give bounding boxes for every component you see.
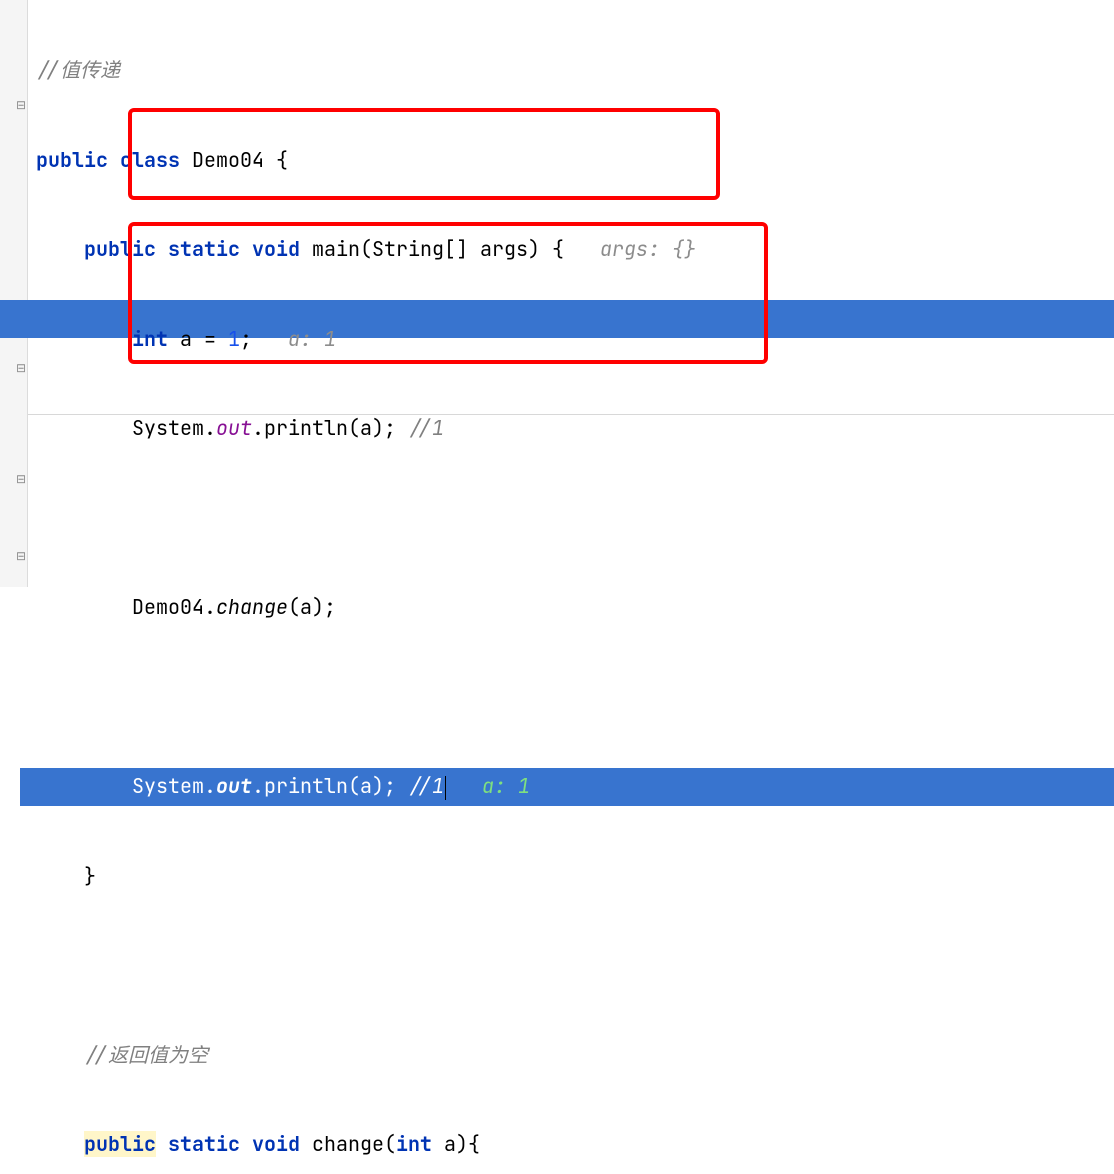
inlay-hint: a: 1 — [288, 326, 336, 352]
inlay-hint: args: {} — [600, 236, 696, 262]
code-line[interactable]: System.out.println(a); //1 — [28, 410, 1114, 448]
code-text: .println(a); — [252, 415, 408, 441]
number: 1 — [228, 326, 240, 352]
brace: } — [84, 863, 96, 889]
comment: //1 — [408, 773, 444, 799]
code-text: (a); — [288, 594, 336, 620]
field-out: out — [216, 415, 252, 441]
keyword-int: int — [132, 326, 168, 352]
code-text: System. — [132, 773, 216, 799]
code-line[interactable]: public static void change(int a){ — [28, 1126, 1114, 1164]
code-text: .println(a); — [252, 773, 408, 799]
code-text: a = — [168, 326, 228, 352]
fold-icon[interactable]: ⊟ — [16, 360, 28, 372]
method-sig: main(String[] args) { — [300, 236, 600, 262]
comment: //值传递 — [36, 57, 120, 83]
inlay-hint: a: 1 — [446, 773, 530, 799]
code-line[interactable] — [28, 679, 1114, 717]
method-sig: change( — [300, 1131, 396, 1157]
keyword-static: static — [168, 236, 240, 262]
code-line[interactable]: Demo04.change(a); — [28, 589, 1114, 627]
keyword-public: public — [84, 236, 156, 262]
fold-icon[interactable]: ⊟ — [16, 548, 28, 560]
code-text: a){ — [432, 1131, 480, 1157]
gutter: ⊟ ⊟ ⊟ ⊟ — [0, 0, 28, 587]
code-line[interactable]: //值传递 — [28, 52, 1114, 90]
code-text: System. — [132, 415, 216, 441]
keyword-int: int — [396, 1131, 432, 1157]
field-out: out — [216, 773, 252, 799]
code-line[interactable]: } — [28, 858, 1114, 896]
code-text: ; — [240, 326, 288, 352]
comment: //1 — [408, 415, 444, 441]
keyword-public: public — [84, 1131, 156, 1157]
code-line[interactable]: int a = 1; a: 1 — [28, 321, 1114, 359]
keyword-void: void — [240, 1131, 300, 1157]
fold-icon[interactable]: ⊟ — [16, 97, 28, 109]
code-line-selected[interactable]: System.out.println(a); //1 a: 1 — [20, 768, 1114, 806]
method-call: change — [216, 594, 288, 620]
code-line[interactable]: public class Demo04 { — [28, 142, 1114, 180]
method-separator — [28, 414, 1114, 415]
keyword-static: static — [156, 1131, 240, 1157]
code-line[interactable]: public static void main(String[] args) {… — [28, 231, 1114, 269]
code-line[interactable] — [28, 947, 1114, 985]
editor[interactable]: //值传递 public class Demo04 { public stati… — [28, 0, 1114, 1174]
keyword-class: class — [120, 147, 180, 173]
fold-icon[interactable]: ⊟ — [16, 471, 28, 483]
code-line[interactable] — [28, 500, 1114, 538]
keyword-public: public — [36, 147, 108, 173]
class-name: Demo04 { — [180, 147, 288, 173]
code-line[interactable]: //返回值为空 — [28, 1037, 1114, 1075]
code-text: Demo04. — [132, 594, 216, 620]
keyword-void: void — [252, 236, 300, 262]
comment: //返回值为空 — [84, 1042, 208, 1068]
